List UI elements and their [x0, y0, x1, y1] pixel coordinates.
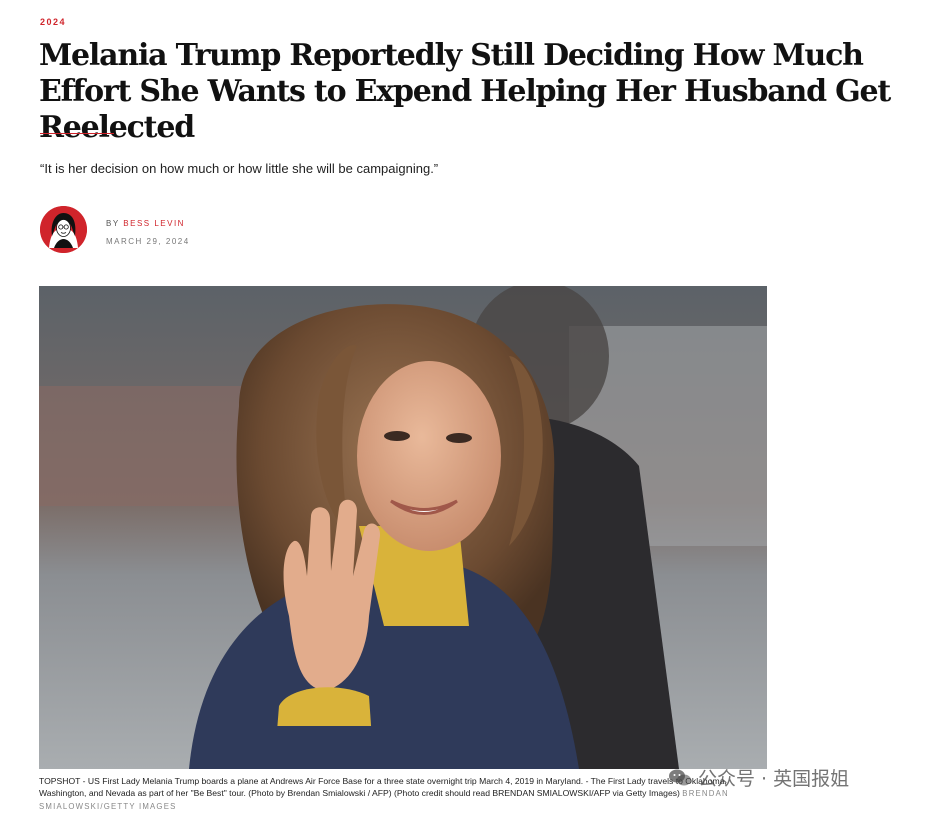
- caption-text: TOPSHOT - US First Lady Melania Trump bo…: [39, 776, 727, 798]
- wechat-icon: [669, 769, 691, 785]
- byline-prefix: BY: [106, 219, 120, 228]
- publish-date: MARCH 29, 2024: [106, 237, 190, 246]
- author-illustration-icon: [40, 206, 87, 253]
- author-avatar[interactable]: [40, 206, 87, 253]
- byline: BY BESS LEVIN: [106, 219, 185, 228]
- watermark: 公众号 · 英国报姐: [668, 764, 849, 791]
- article-headline: Melania Trump Reportedly Still Deciding …: [39, 38, 891, 145]
- section-kicker[interactable]: 2024: [40, 17, 66, 27]
- article-dek: “It is her decision on how much or how l…: [40, 161, 439, 176]
- watermark-text: 公众号 · 英国报姐: [698, 768, 850, 790]
- lead-photo: [39, 286, 767, 769]
- author-link[interactable]: BESS LEVIN: [123, 219, 185, 228]
- headline-divider: [40, 133, 114, 134]
- photo-caption: TOPSHOT - US First Lady Melania Trump bo…: [39, 775, 759, 813]
